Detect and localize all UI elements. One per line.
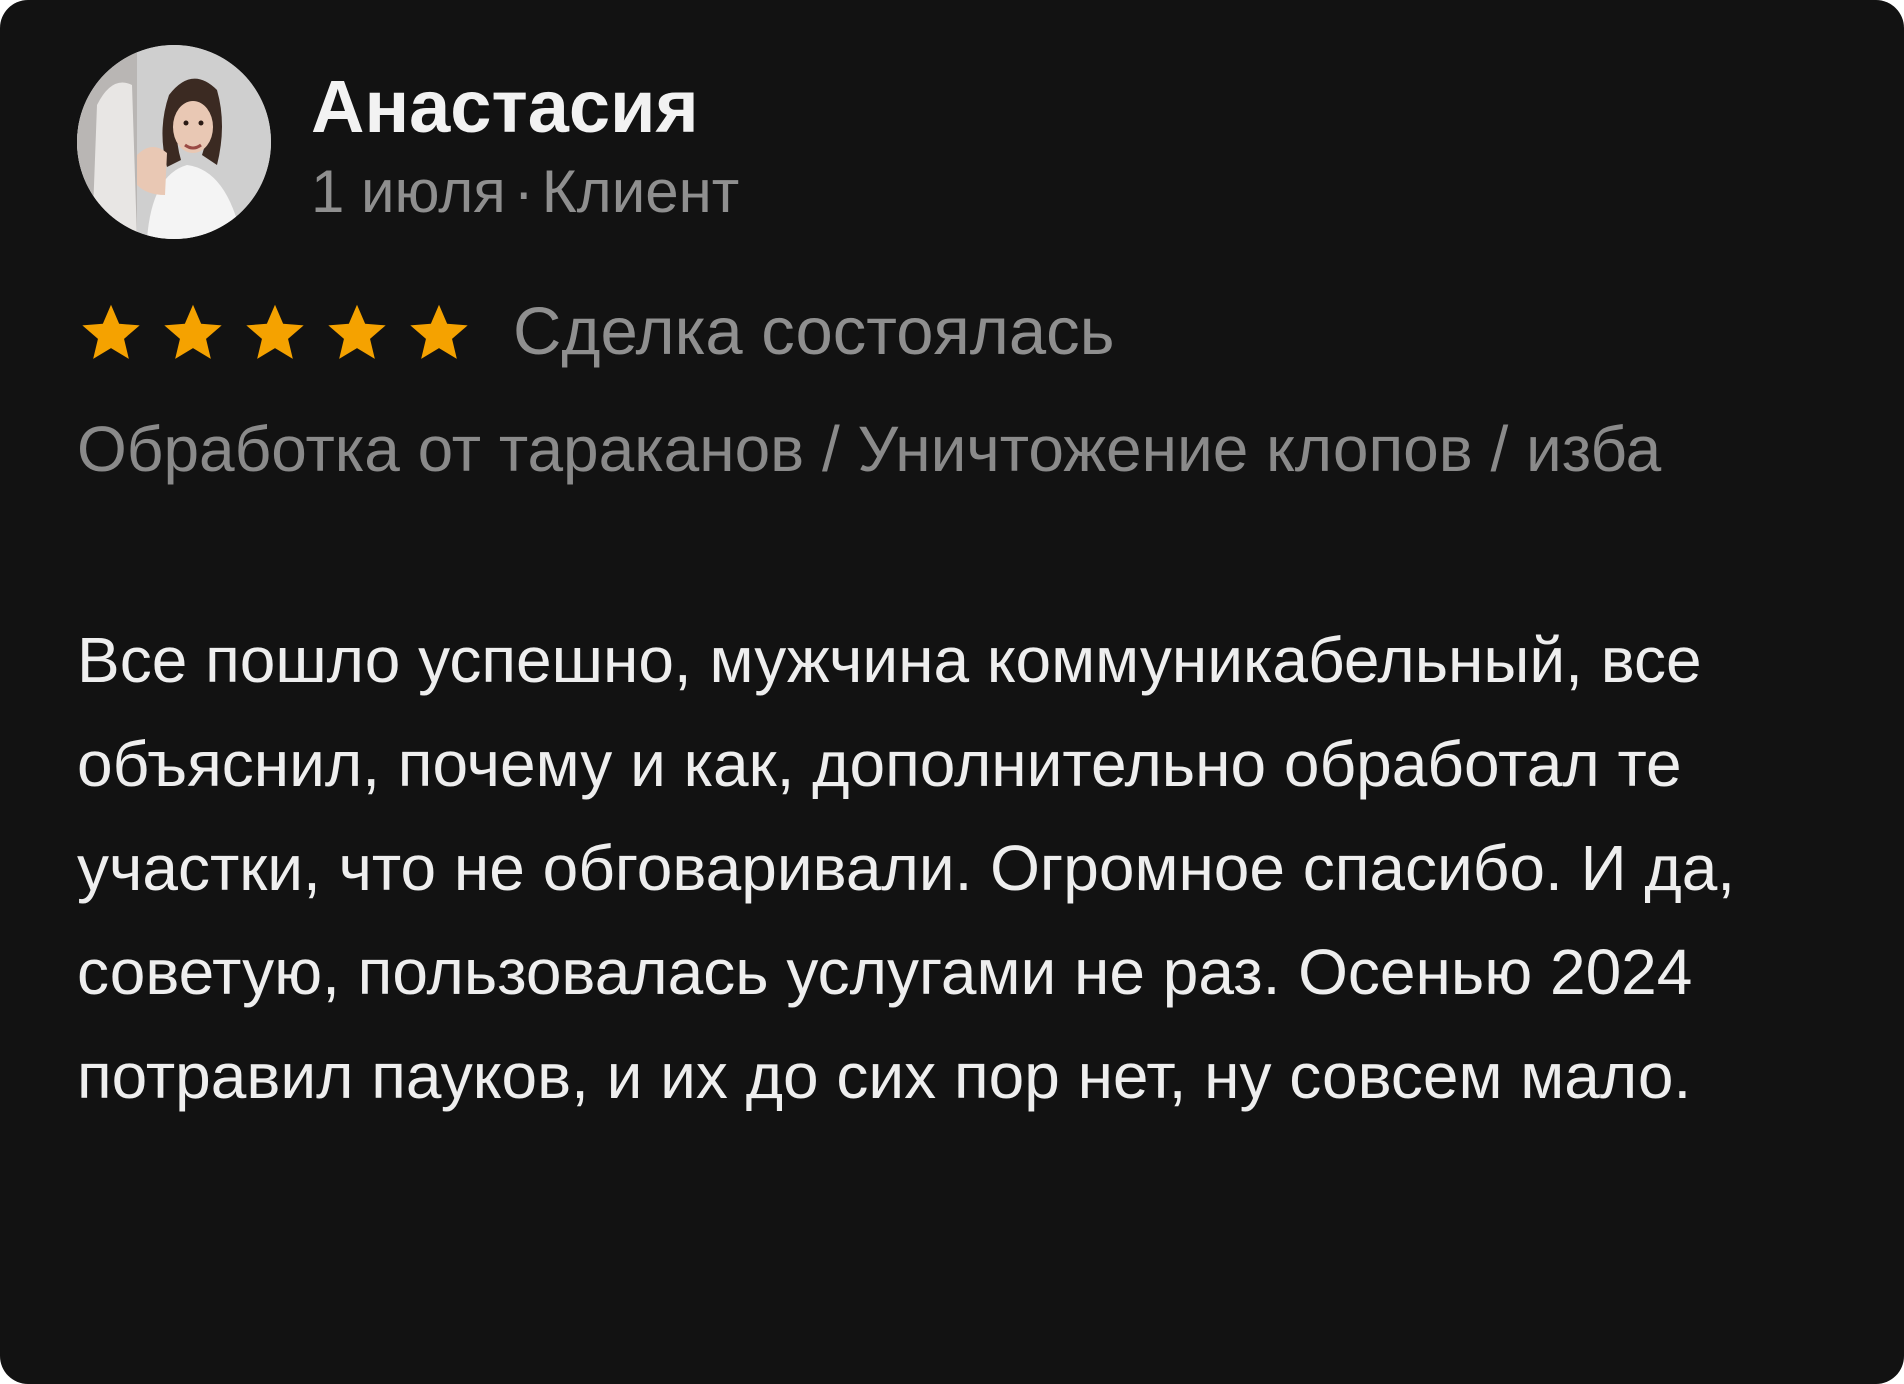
service-category: Обработка от тараканов / Уничтожение кло…: [77, 413, 1662, 485]
avatar[interactable]: [77, 45, 271, 239]
review-meta: 1 июля · Клиент: [311, 154, 739, 230]
author-name[interactable]: Анастасия: [311, 64, 699, 150]
deal-status: Сделка состоялась: [513, 294, 1115, 369]
star-icon: [410, 304, 468, 359]
review-date: 1 июля: [311, 158, 506, 225]
review-text: Все пошло успешно, мужчина коммуникабель…: [77, 624, 1736, 1112]
author-role: Клиент: [541, 158, 740, 225]
meta-separator: ·: [513, 158, 534, 225]
star-icon: [246, 304, 304, 359]
star-rating: [79, 300, 471, 364]
star-icon: [82, 304, 140, 359]
star-icon: [328, 304, 386, 359]
avatar-photo: [77, 45, 271, 239]
star-icon: [164, 304, 222, 359]
review-card: Анастасия 1 июля · Клиент Сделка состоялас…: [0, 0, 1904, 1384]
rating-row: Сделка состоялась: [79, 292, 1115, 372]
